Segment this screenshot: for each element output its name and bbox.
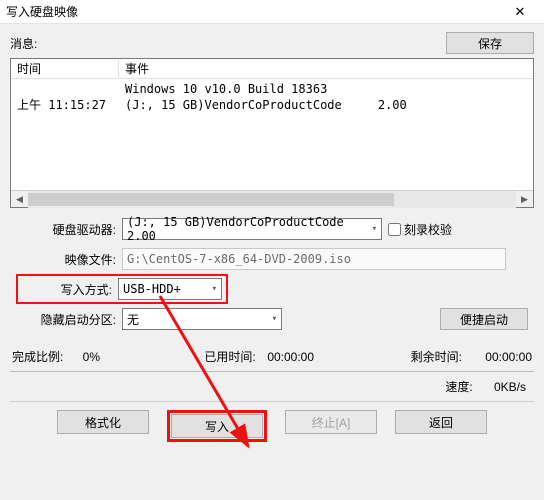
save-button[interactable]: 保存 — [446, 32, 534, 54]
highlight-write-button: 写入 — [167, 410, 267, 442]
hide-boot-dropdown[interactable]: 无 ▾ — [122, 308, 282, 330]
message-label: 消息: — [10, 35, 446, 52]
chevron-down-icon: ▾ — [372, 224, 377, 234]
done-value: 0% — [63, 350, 119, 364]
button-row: 格式化 写入 终止[A] 返回 — [10, 410, 534, 450]
log-row: Windows 10 v10.0 Build 18363 — [11, 81, 533, 97]
scroll-left-icon[interactable]: ◀ — [11, 191, 28, 208]
write-mode-dropdown[interactable]: USB-HDD+ ▾ — [118, 278, 222, 300]
elapsed-value: 00:00:00 — [256, 350, 326, 364]
chevron-down-icon: ▾ — [272, 314, 277, 324]
done-label: 完成比例: — [12, 348, 63, 365]
image-file-field: G:\CentOS-7-x86_64-DVD-2009.iso — [122, 248, 506, 270]
elapsed-label: 已用时间: — [204, 348, 255, 365]
burn-verify-checkbox[interactable]: 刻录校验 — [388, 221, 452, 238]
scroll-thumb[interactable] — [28, 193, 394, 206]
col-event-header: 事件 — [119, 60, 533, 77]
log-header: 时间 事件 — [11, 59, 533, 79]
speed-row: 速度: 0KB/s — [10, 378, 534, 395]
easy-boot-button[interactable]: 便捷启动 — [440, 308, 528, 330]
speed-label: 速度: — [445, 380, 472, 394]
title-bar: 写入硬盘映像 ✕ — [0, 0, 544, 24]
image-file-label: 映像文件: — [16, 251, 122, 268]
hide-boot-label: 隐藏启动分区: — [16, 311, 122, 328]
h-scrollbar[interactable]: ◀ ▶ — [11, 190, 533, 207]
format-button[interactable]: 格式化 — [57, 410, 149, 434]
back-button[interactable]: 返回 — [395, 410, 487, 434]
close-icon[interactable]: ✕ — [502, 4, 538, 20]
log-box: 时间 事件 Windows 10 v10.0 Build 18363 上午 11… — [10, 58, 534, 208]
remain-label: 剩余时间: — [411, 348, 462, 365]
abort-button: 终止[A] — [285, 410, 377, 434]
highlight-write-mode: 写入方式: USB-HDD+ ▾ — [16, 274, 228, 304]
speed-value: 0KB/s — [476, 380, 526, 394]
divider — [10, 401, 534, 402]
divider — [10, 371, 534, 372]
log-row: 上午 11:15:27 (J:, 15 GB)VendorCoProductCo… — [11, 97, 533, 113]
window-title: 写入硬盘映像 — [6, 3, 502, 20]
drive-label: 硬盘驱动器: — [16, 221, 122, 238]
scroll-right-icon[interactable]: ▶ — [516, 191, 533, 208]
write-mode-label: 写入方式: — [22, 281, 118, 298]
drive-dropdown[interactable]: (J:, 15 GB)VendorCoProductCode 2.00 ▾ — [122, 218, 382, 240]
remain-value: 00:00:00 — [462, 350, 532, 364]
col-time-header: 时间 — [11, 60, 119, 77]
write-button[interactable]: 写入 — [171, 414, 263, 438]
chevron-down-icon: ▾ — [212, 284, 217, 294]
checkbox-input[interactable] — [388, 223, 401, 236]
status-row: 完成比例: 0% 已用时间: 00:00:00 剩余时间: 00:00:00 — [10, 348, 534, 365]
